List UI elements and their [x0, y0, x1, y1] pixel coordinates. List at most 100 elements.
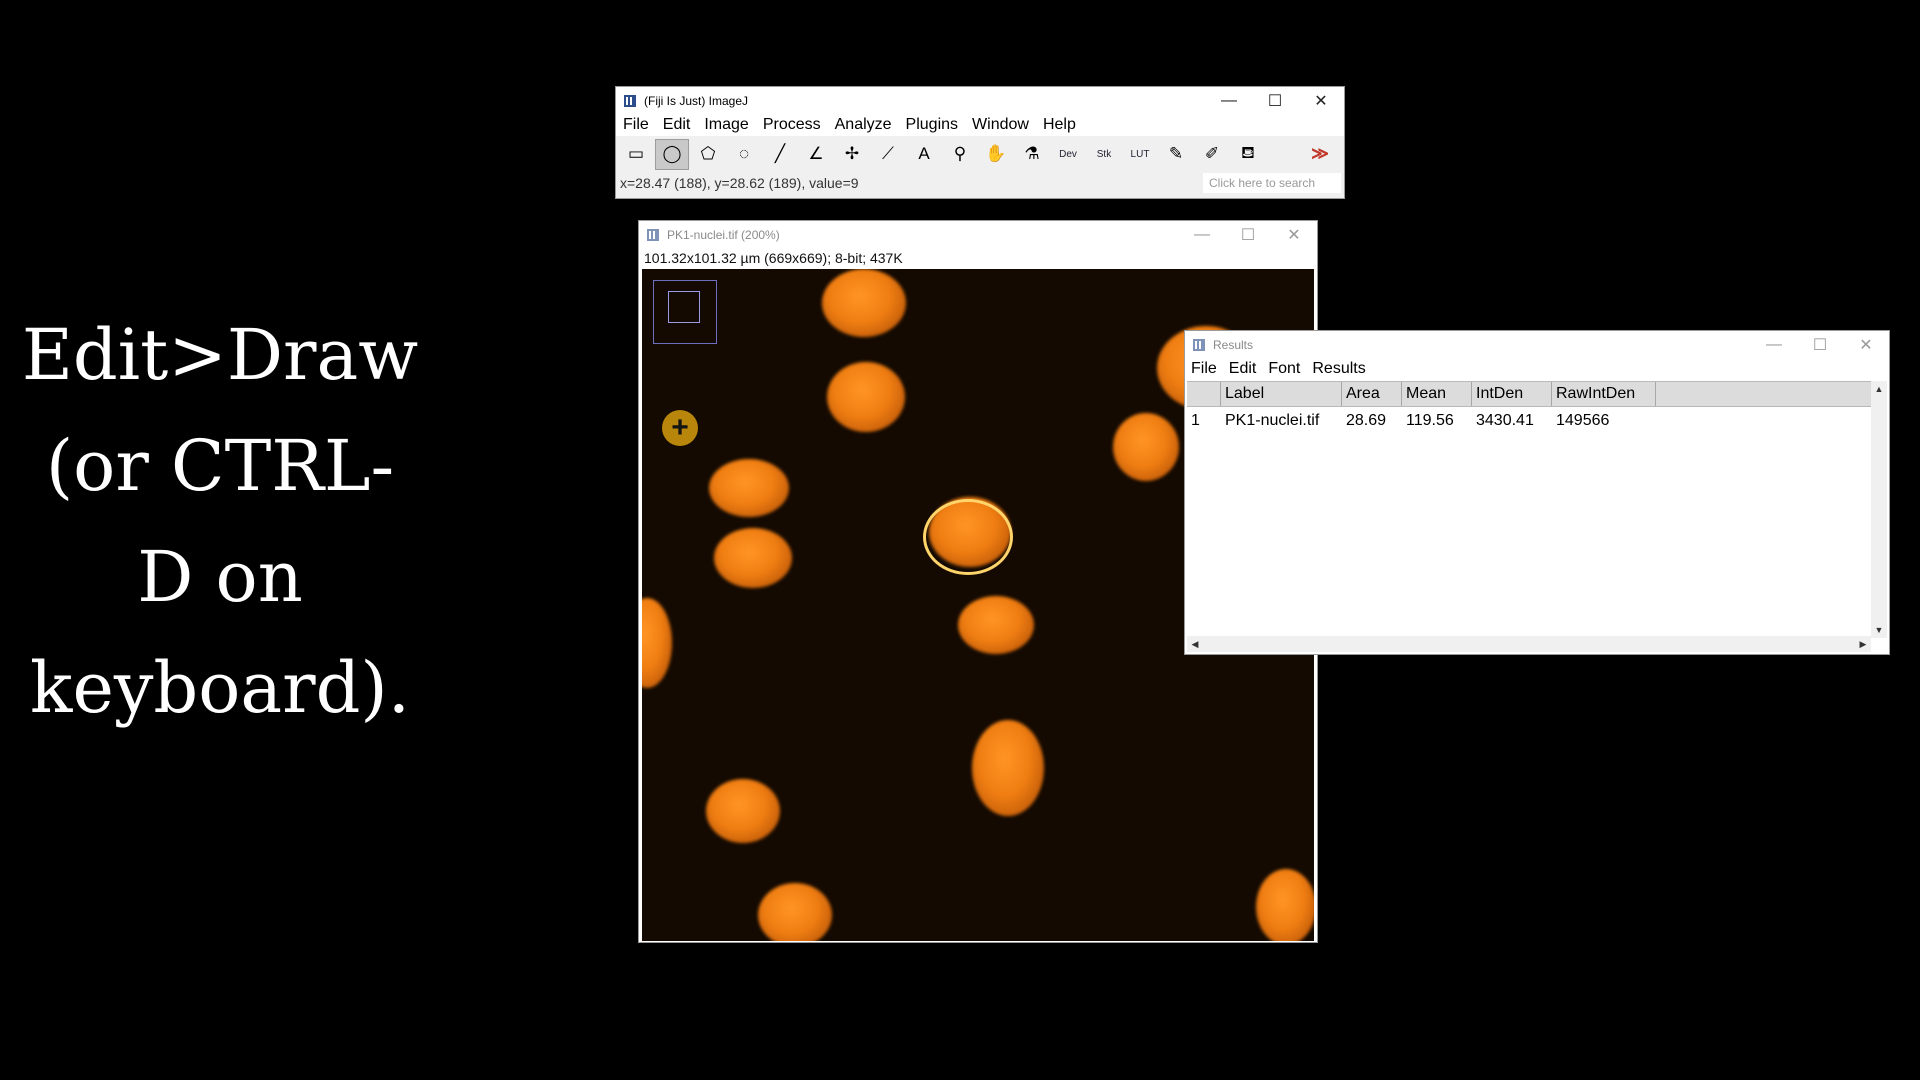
- main-menubar: File Edit Image Process Analyze Plugins …: [616, 114, 1344, 136]
- menu-edit[interactable]: Edit: [656, 116, 698, 134]
- results-menu-edit[interactable]: Edit: [1223, 360, 1263, 378]
- nucleus: [822, 269, 906, 337]
- cell-index: 1: [1191, 411, 1200, 429]
- minimize-icon[interactable]: —: [1206, 87, 1252, 114]
- horizontal-scrollbar[interactable]: ◀ ▶: [1187, 636, 1871, 652]
- nucleus: [642, 598, 672, 688]
- scroll-right-icon[interactable]: ▶: [1855, 636, 1871, 652]
- column-header-index[interactable]: [1187, 382, 1221, 406]
- nucleus: [1113, 413, 1179, 481]
- results-window: Results — ☐ ✕ File Edit Font Results Lab…: [1184, 330, 1890, 655]
- cell-intden: 3430.41: [1476, 411, 1534, 429]
- menu-file[interactable]: File: [616, 116, 656, 134]
- status-text: x=28.47 (188), y=28.62 (189), value=9: [620, 175, 859, 191]
- imagej-main-window: (Fiji Is Just) ImageJ — ☐ ✕ File Edit Im…: [615, 86, 1345, 199]
- maximize-icon[interactable]: ☐: [1225, 221, 1271, 248]
- caption-line: Edit>Draw: [21, 314, 419, 396]
- empty-tool-slot: [1267, 139, 1301, 170]
- nucleus: [1256, 869, 1314, 941]
- imagej-app-icon: [647, 228, 659, 241]
- scroll-down-icon[interactable]: ▼: [1871, 622, 1887, 638]
- menu-analyze[interactable]: Analyze: [828, 116, 899, 134]
- brush-tool-icon[interactable]: ✐: [1195, 139, 1229, 170]
- pencil-tool-icon[interactable]: ✎: [1159, 139, 1193, 170]
- nucleus: [714, 528, 792, 588]
- lut-tool-icon[interactable]: LUT: [1123, 139, 1157, 170]
- wand-tool-icon[interactable]: ⟋: [871, 139, 905, 170]
- minimize-icon[interactable]: —: [1751, 331, 1797, 358]
- oval-tool-icon[interactable]: ◯: [655, 138, 689, 170]
- imagej-app-icon: [1193, 338, 1205, 351]
- hand-tool-icon[interactable]: ✋: [979, 139, 1013, 170]
- menu-image[interactable]: Image: [697, 116, 755, 134]
- caption-line: keyboard).: [30, 647, 410, 729]
- results-menubar: File Edit Font Results: [1185, 358, 1889, 380]
- menu-help[interactable]: Help: [1036, 116, 1083, 134]
- column-header-intden[interactable]: IntDen: [1472, 382, 1552, 406]
- angle-tool-icon[interactable]: ∠: [799, 139, 833, 170]
- rectangle-tool-icon[interactable]: ▭: [619, 139, 653, 170]
- cell-label: PK1-nuclei.tif: [1225, 411, 1320, 429]
- image-titlebar[interactable]: PK1-nuclei.tif (200%) — ☐ ✕: [639, 221, 1317, 248]
- image-window-title: PK1-nuclei.tif (200%): [667, 227, 780, 242]
- main-window-title: (Fiji Is Just) ImageJ: [644, 93, 749, 108]
- scroll-left-icon[interactable]: ◀: [1187, 636, 1203, 652]
- line-tool-icon[interactable]: ╱: [763, 139, 797, 170]
- toolbar: ▭ ◯ ⬠ ◌ ╱ ∠ ✢ ⟋ A ⚲ ✋ ⚗ Dev Stk LUT ✎ ✐ …: [616, 136, 1344, 172]
- main-titlebar[interactable]: (Fiji Is Just) ImageJ — ☐ ✕: [616, 87, 1344, 114]
- magnifier-tool-icon[interactable]: ⚲: [943, 139, 977, 170]
- cell-area: 28.69: [1346, 411, 1387, 429]
- imagej-app-icon: [624, 94, 636, 107]
- results-titlebar[interactable]: Results — ☐ ✕: [1185, 331, 1889, 358]
- nucleus: [706, 779, 780, 843]
- crosshair-cursor-icon: +: [662, 410, 698, 446]
- caption-line: D on: [137, 536, 303, 618]
- column-header-mean[interactable]: Mean: [1402, 382, 1472, 406]
- tutorial-caption: Edit>Draw (or CTRL- D on keyboard).: [20, 300, 420, 744]
- column-header-area[interactable]: Area: [1342, 382, 1402, 406]
- table-header: Label Area Mean IntDen RawIntDen: [1187, 381, 1871, 407]
- nucleus: [758, 883, 832, 941]
- close-icon[interactable]: ✕: [1843, 331, 1889, 358]
- nucleus: [827, 362, 905, 432]
- status-bar: x=28.47 (188), y=28.62 (189), value=9 Cl…: [616, 172, 1344, 194]
- results-menu-results[interactable]: Results: [1306, 360, 1371, 378]
- close-icon[interactable]: ✕: [1298, 87, 1344, 114]
- results-menu-file[interactable]: File: [1185, 360, 1223, 378]
- nucleus: [709, 459, 789, 517]
- minimize-icon[interactable]: —: [1179, 221, 1225, 248]
- column-header-rawintden[interactable]: RawIntDen: [1552, 382, 1656, 406]
- text-tool-icon[interactable]: A: [907, 139, 941, 170]
- zoom-navigator-view: [668, 291, 700, 323]
- dev-tool-icon[interactable]: Dev: [1051, 139, 1085, 170]
- cell-mean: 119.56: [1406, 411, 1454, 429]
- menu-process[interactable]: Process: [756, 116, 828, 134]
- menu-plugins[interactable]: Plugins: [899, 116, 965, 134]
- maximize-icon[interactable]: ☐: [1797, 331, 1843, 358]
- maximize-icon[interactable]: ☐: [1252, 87, 1298, 114]
- more-tools-icon[interactable]: ≫: [1303, 139, 1337, 170]
- close-icon[interactable]: ✕: [1271, 221, 1317, 248]
- nucleus: [958, 596, 1034, 654]
- results-menu-font[interactable]: Font: [1262, 360, 1306, 378]
- search-field[interactable]: Click here to search: [1203, 173, 1341, 193]
- image-info: 101.32x101.32 µm (669x669); 8-bit; 437K: [644, 250, 903, 266]
- flood-fill-tool-icon[interactable]: ⛾: [1231, 139, 1265, 170]
- menu-window[interactable]: Window: [965, 116, 1036, 134]
- freehand-tool-icon[interactable]: ◌: [727, 139, 761, 170]
- results-window-title: Results: [1213, 337, 1254, 352]
- results-table: Label Area Mean IntDen RawIntDen 1 PK1-n…: [1187, 381, 1871, 638]
- oval-selection-roi[interactable]: [923, 499, 1013, 575]
- caption-line: (or CTRL-: [45, 425, 395, 507]
- polygon-tool-icon[interactable]: ⬠: [691, 139, 725, 170]
- point-tool-icon[interactable]: ✢: [835, 139, 869, 170]
- scroll-up-icon[interactable]: ▲: [1871, 381, 1887, 397]
- nucleus: [972, 720, 1044, 816]
- dropper-tool-icon[interactable]: ⚗: [1015, 139, 1049, 170]
- cell-rawintden: 149566: [1556, 411, 1610, 429]
- vertical-scrollbar[interactable]: ▲ ▼: [1871, 381, 1887, 638]
- column-header-label[interactable]: Label: [1221, 382, 1342, 406]
- zoom-navigator: [653, 280, 717, 344]
- stk-tool-icon[interactable]: Stk: [1087, 139, 1121, 170]
- table-row[interactable]: 1 PK1-nuclei.tif 28.69 119.56 3430.41 14…: [1187, 407, 1871, 434]
